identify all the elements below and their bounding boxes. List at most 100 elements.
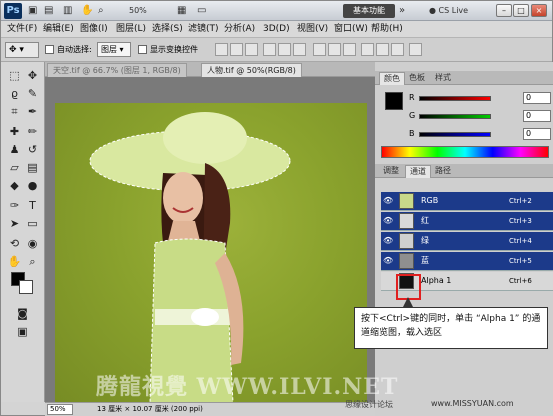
tab-color[interactable]: 颜色 bbox=[379, 72, 405, 85]
slider-b[interactable]: B 0 bbox=[409, 128, 551, 142]
distribute-bottom-icon[interactable] bbox=[343, 43, 356, 56]
marquee-tool-icon[interactable]: ⬚ bbox=[6, 68, 23, 84]
distribute-hcenter-icon[interactable] bbox=[376, 43, 389, 56]
slider-g[interactable]: G 0 bbox=[409, 110, 551, 124]
status-zoom-field[interactable]: 50% bbox=[47, 404, 73, 415]
menu-window[interactable]: 窗口(W) bbox=[334, 23, 368, 36]
menu-image[interactable]: 图像(I) bbox=[80, 23, 108, 36]
align-vcenter-icon[interactable] bbox=[230, 43, 243, 56]
menu-help[interactable]: 帮助(H) bbox=[371, 23, 403, 36]
tool-preset-picker[interactable]: ✥ ▾ bbox=[5, 42, 39, 58]
hand-tool-icon[interactable]: ✋ bbox=[81, 4, 93, 18]
pen-tool-icon[interactable]: ✑ bbox=[6, 198, 23, 214]
bridge-icon[interactable]: ▣ bbox=[28, 4, 37, 18]
zoom-tool-icon[interactable]: ⌕ bbox=[24, 254, 41, 270]
tab-styles[interactable]: 样式 bbox=[431, 72, 455, 85]
distribute-vcenter-icon[interactable] bbox=[328, 43, 341, 56]
mini-bridge-icon[interactable]: ▤ bbox=[44, 4, 53, 18]
channel-row-green[interactable]: 👁 绿 Ctrl+4 bbox=[381, 232, 553, 251]
channel-row-rgb[interactable]: 👁 RGB Ctrl+2 bbox=[381, 192, 553, 211]
screen-mode-icon[interactable]: ▣ bbox=[14, 324, 31, 340]
clone-stamp-tool-icon[interactable]: ♟ bbox=[6, 142, 23, 158]
slider-b-track[interactable] bbox=[419, 132, 491, 137]
brush-tool-icon[interactable]: ✏ bbox=[24, 124, 41, 140]
3d-rotate-tool-icon[interactable]: ⟲ bbox=[6, 236, 23, 252]
menu-filter[interactable]: 滤镜(T) bbox=[188, 23, 219, 36]
dodge-tool-icon[interactable]: ● bbox=[24, 178, 41, 194]
tab-person[interactable]: 人物.tif @ 50%(RGB/8) bbox=[201, 63, 302, 77]
channel-row-blue[interactable]: 👁 蓝 Ctrl+5 bbox=[381, 252, 553, 271]
quick-mask-icon[interactable]: ◙ bbox=[14, 306, 31, 322]
tab-sky[interactable]: 天空.tif @ 66.7% (图层 1, RGB/8) bbox=[47, 63, 187, 77]
shape-tool-icon[interactable]: ▭ bbox=[24, 216, 41, 232]
menu-analysis[interactable]: 分析(A) bbox=[224, 23, 255, 36]
auto-select-dropdown[interactable]: 图层 ▾ bbox=[97, 42, 131, 57]
blur-tool-icon[interactable]: ◆ bbox=[6, 178, 23, 194]
channel-thumbnail[interactable] bbox=[399, 213, 414, 229]
gradient-tool-icon[interactable]: ▤ bbox=[24, 160, 41, 176]
eye-icon[interactable]: 👁 bbox=[383, 216, 393, 226]
healing-tool-icon[interactable]: ✚ bbox=[6, 124, 23, 140]
move-tool-icon[interactable]: ✥ bbox=[24, 68, 41, 84]
distribute-top-icon[interactable] bbox=[313, 43, 326, 56]
show-transform-checkbox[interactable] bbox=[138, 45, 147, 54]
channel-thumbnail[interactable] bbox=[399, 253, 414, 269]
auto-select-checkbox[interactable] bbox=[45, 45, 54, 54]
chevron-right-icon[interactable]: » bbox=[399, 4, 405, 18]
tab-paths[interactable]: 路径 bbox=[431, 165, 455, 178]
maximize-button[interactable]: □ bbox=[513, 4, 529, 17]
menu-3d[interactable]: 3D(D) bbox=[263, 23, 290, 36]
menu-select[interactable]: 选择(S) bbox=[152, 23, 183, 36]
document-info[interactable]: 13 厘米 × 10.07 厘米 (200 ppi) bbox=[97, 404, 203, 415]
align-left-icon[interactable] bbox=[263, 43, 276, 56]
slider-r-value[interactable]: 0 bbox=[523, 92, 551, 104]
align-top-icon[interactable] bbox=[215, 43, 228, 56]
eraser-tool-icon[interactable]: ▱ bbox=[6, 160, 23, 176]
align-hcenter-icon[interactable] bbox=[278, 43, 291, 56]
quick-select-tool-icon[interactable]: ✎ bbox=[24, 86, 41, 102]
menu-edit[interactable]: 编辑(E) bbox=[43, 23, 74, 36]
zoom-tool-icon[interactable]: ⌕ bbox=[98, 4, 104, 18]
menu-layer[interactable]: 图层(L) bbox=[116, 23, 146, 36]
history-brush-tool-icon[interactable]: ↺ bbox=[24, 142, 41, 158]
slider-b-value[interactable]: 0 bbox=[523, 128, 551, 140]
channel-thumbnail[interactable] bbox=[399, 193, 414, 209]
document-canvas[interactable] bbox=[55, 103, 367, 403]
workspace-button[interactable]: 基本功能 bbox=[343, 4, 395, 18]
menu-view[interactable]: 视图(V) bbox=[297, 23, 328, 36]
align-right-icon[interactable] bbox=[293, 43, 306, 56]
align-bottom-icon[interactable] bbox=[245, 43, 258, 56]
slider-r[interactable]: R 0 bbox=[409, 92, 551, 106]
zoom-level[interactable]: 50% bbox=[129, 4, 175, 18]
slider-g-value[interactable]: 0 bbox=[523, 110, 551, 122]
type-tool-icon[interactable]: T bbox=[24, 198, 41, 214]
cs-live-button[interactable]: ● CS Live bbox=[429, 4, 468, 18]
color-spectrum-bar[interactable] bbox=[381, 146, 549, 158]
minimize-button[interactable]: – bbox=[496, 4, 512, 17]
path-select-tool-icon[interactable]: ➤ bbox=[6, 216, 23, 232]
crop-tool-icon[interactable]: ⌗ bbox=[6, 104, 23, 120]
lasso-tool-icon[interactable]: ϱ bbox=[6, 86, 23, 102]
hand-tool-icon[interactable]: ✋ bbox=[6, 254, 23, 270]
tab-channels[interactable]: 通道 bbox=[405, 165, 431, 178]
extras-icon[interactable]: ▥ bbox=[63, 4, 72, 18]
eyedropper-tool-icon[interactable]: ✒ bbox=[24, 104, 41, 120]
distribute-left-icon[interactable] bbox=[361, 43, 374, 56]
tab-adjustments[interactable]: 调整 bbox=[379, 165, 403, 178]
slider-g-track[interactable] bbox=[419, 114, 491, 119]
arrange-icon[interactable]: ▦ bbox=[177, 4, 186, 18]
eye-icon[interactable] bbox=[383, 276, 393, 286]
canvas-area[interactable] bbox=[45, 77, 375, 403]
channel-row-red[interactable]: 👁 红 Ctrl+3 bbox=[381, 212, 553, 231]
distribute-right-icon[interactable] bbox=[391, 43, 404, 56]
menu-file[interactable]: 文件(F) bbox=[7, 23, 37, 36]
channel-thumbnail[interactable] bbox=[399, 233, 414, 249]
tab-swatches[interactable]: 色板 bbox=[405, 72, 429, 85]
screen-mode-icon[interactable]: ▭ bbox=[197, 4, 206, 18]
slider-r-track[interactable] bbox=[419, 96, 491, 101]
color-panel-foreground[interactable] bbox=[385, 92, 403, 110]
3d-camera-tool-icon[interactable]: ◉ bbox=[24, 236, 41, 252]
eye-icon[interactable]: 👁 bbox=[383, 196, 393, 206]
eye-icon[interactable]: 👁 bbox=[383, 236, 393, 246]
auto-align-icon[interactable] bbox=[409, 43, 422, 56]
